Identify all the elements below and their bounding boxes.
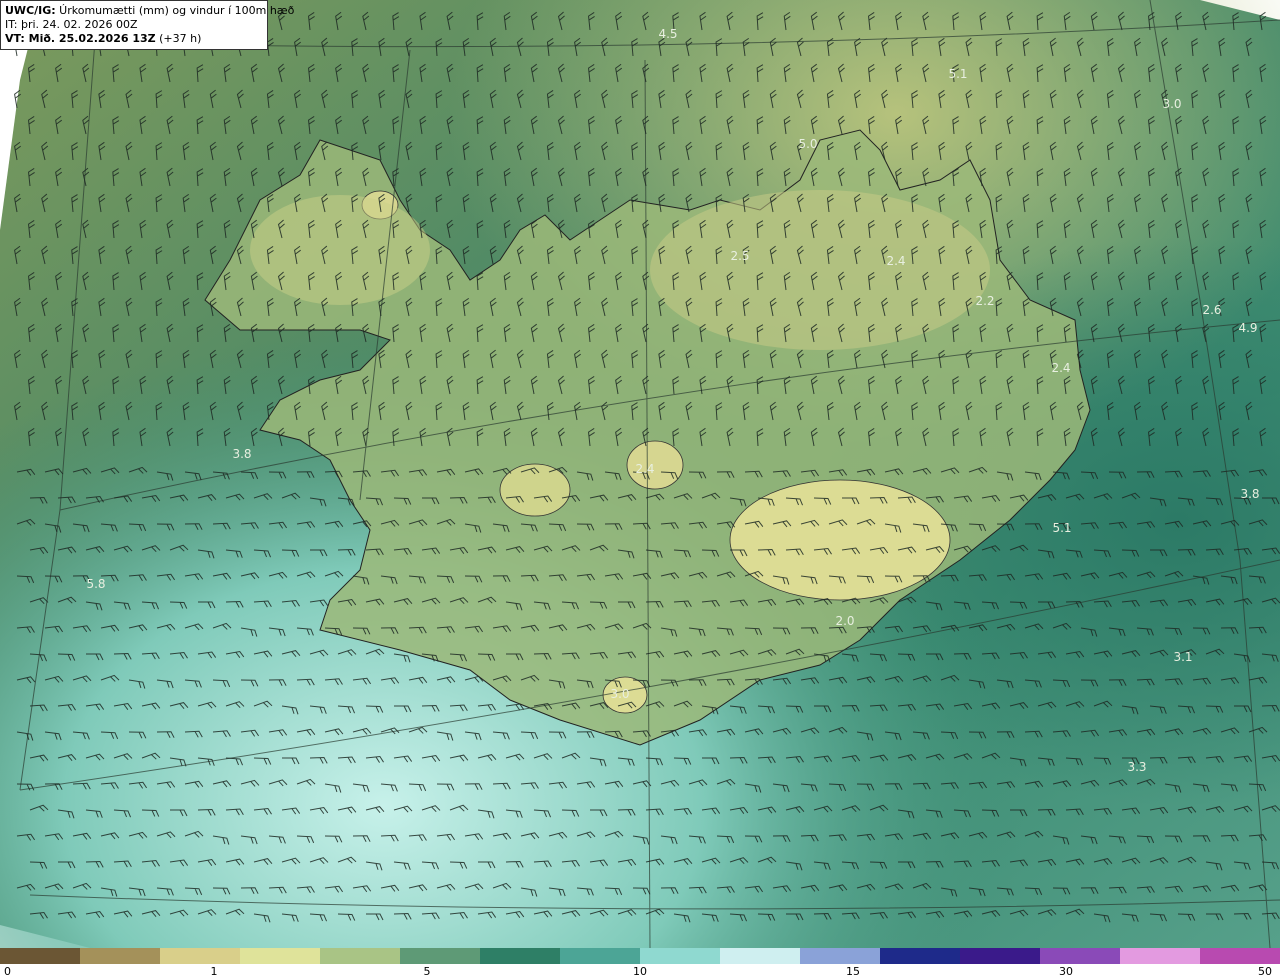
- colorbar-segment: [400, 948, 481, 964]
- precip-value-label: 2.6: [1202, 303, 1221, 317]
- precip-value-label: 3.0: [610, 687, 629, 701]
- precip-value-label: 4.5: [658, 27, 677, 41]
- colorbar-tick-label: 1: [211, 965, 218, 978]
- colorbar-tick-label: 10: [633, 965, 647, 978]
- precip-value-label: 4.9: [1238, 321, 1257, 335]
- colorbar-segment: [880, 948, 961, 964]
- colorbar-tick-label: 5: [424, 965, 431, 978]
- langjokull: [499, 463, 571, 517]
- precip-value-label: 3.8: [232, 447, 251, 461]
- colorbar-segment: [960, 948, 1041, 964]
- colorbar-segment: [0, 948, 81, 964]
- colorbar: 0 1 5 10 15 30 50: [0, 948, 1280, 978]
- title-line: UWC/IG: Úrkomumætti (mm) og vindur í 100…: [5, 4, 295, 17]
- colorbar-segment: [1200, 948, 1280, 964]
- precip-value-label: 3.0: [1162, 97, 1181, 111]
- precip-value-label: 3.3: [1127, 760, 1146, 774]
- precip-value-label: 3.1: [1173, 650, 1192, 664]
- weather-map: 4.5 5.1 3.0 5.0 2.5 2.4 2.2 2.6 4.9 2.4 3.8 2.4 3.8 5…: [0, 0, 1280, 948]
- precip-value-label: 2.4: [1051, 361, 1070, 375]
- precip-value-label: 2.0: [835, 614, 854, 628]
- precip-value-label: 2.5: [730, 249, 749, 263]
- precip-value-label: 5.0: [798, 137, 817, 151]
- colorbar-segment: [160, 948, 241, 964]
- westfjords-high: [250, 195, 430, 305]
- init-time: IT: þri. 24. 02. 2026 00Z: [5, 18, 138, 31]
- colorbar-segment: [800, 948, 881, 964]
- colorbar-segment: [1120, 948, 1201, 964]
- highland-north: [650, 190, 990, 350]
- colorbar-tick-label: 30: [1059, 965, 1073, 978]
- precip-value-label: 3.8: [1240, 487, 1259, 501]
- valid-time: VT: Mið. 25.02.2026 13Z (+37 h): [5, 32, 202, 45]
- colorbar-segment: [320, 948, 401, 964]
- precip-value-label: 2.2: [975, 294, 994, 308]
- precip-value-label: 2.4: [635, 462, 654, 476]
- map-title-box: UWC/IG: Úrkomumætti (mm) og vindur í 100…: [0, 0, 295, 50]
- colorbar-segment: [480, 948, 561, 964]
- colorbar-segment: [1040, 948, 1121, 964]
- colorbar-segment: [640, 948, 721, 964]
- colorbar-segment: [560, 948, 641, 964]
- colorbar-segment: [240, 948, 321, 964]
- precip-value-label: 5.8: [86, 577, 105, 591]
- colorbar-tick-label: 0: [4, 965, 11, 978]
- precip-value-label: 2.4: [886, 254, 905, 268]
- precip-value-label: 5.1: [1052, 521, 1071, 535]
- vatnajokull: [729, 479, 951, 601]
- colorbar-tick-label: 15: [846, 965, 860, 978]
- colorbar-tick-label: 50: [1258, 965, 1272, 978]
- colorbar-segment: [720, 948, 801, 964]
- colorbar-segment: [80, 948, 161, 964]
- precip-value-label: 5.1: [948, 67, 967, 81]
